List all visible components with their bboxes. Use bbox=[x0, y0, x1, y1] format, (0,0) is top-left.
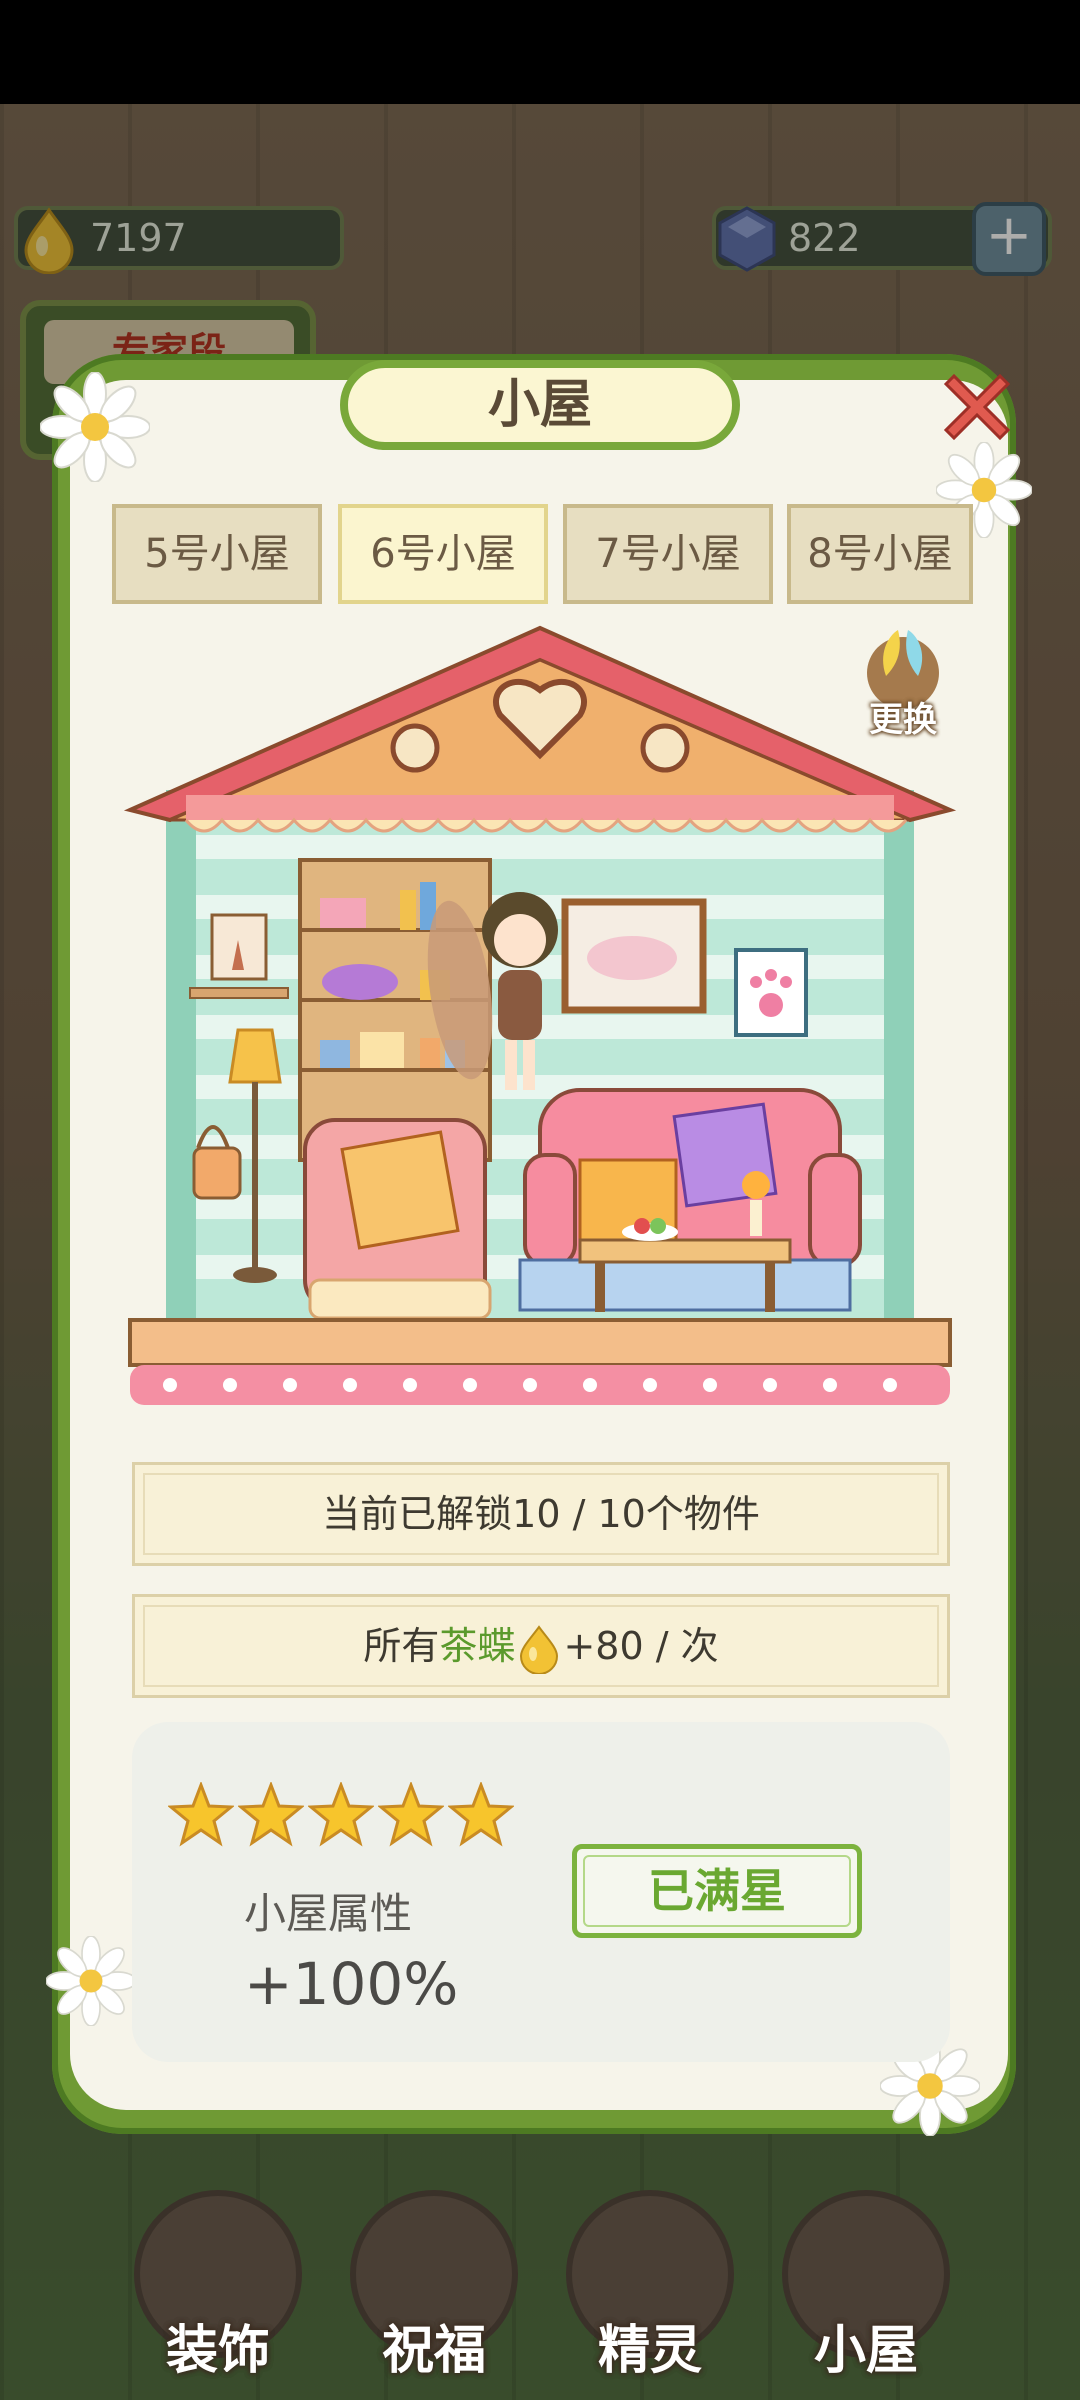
cottage-attribute-value: +100% bbox=[244, 1950, 459, 2018]
nav-sprite[interactable]: 精灵 bbox=[566, 2190, 734, 2381]
max-stars-button[interactable]: 已满星 bbox=[572, 1844, 862, 1938]
star-icon bbox=[238, 1782, 304, 1847]
tab-cottage-6[interactable]: 6号小屋 bbox=[338, 504, 548, 604]
star-icon bbox=[448, 1782, 514, 1847]
dialog-title: 小屋 bbox=[340, 360, 740, 450]
rating-card: 小屋属性 +100% 已满星 bbox=[132, 1722, 950, 2062]
unlock-status: 当前已解锁10 / 10个物件 bbox=[132, 1462, 950, 1566]
nav-sprite-label: 精灵 bbox=[597, 2321, 702, 2381]
unlock-status-text: 当前已解锁10 / 10个物件 bbox=[322, 1492, 760, 1536]
tab-cottage-7[interactable]: 7号小屋 bbox=[563, 504, 773, 604]
daisy-decoration-icon bbox=[40, 372, 150, 482]
bonus-target: 茶蝶 bbox=[439, 1624, 516, 1668]
bonus-amount: +80 / 次 bbox=[563, 1624, 719, 1668]
star-rating bbox=[168, 1782, 514, 1848]
close-icon[interactable] bbox=[932, 362, 1022, 452]
nav-cottage[interactable]: 小屋 bbox=[782, 2190, 950, 2381]
bonus-prefix: 所有 bbox=[363, 1624, 440, 1668]
tab-cottage-5[interactable]: 5号小屋 bbox=[112, 504, 322, 604]
star-icon bbox=[308, 1782, 374, 1847]
daisy-decoration-icon bbox=[46, 1936, 136, 2026]
change-cottage-button[interactable]: 更换 bbox=[848, 618, 958, 748]
bonus-info: 所有茶蝶 +80 / 次 bbox=[132, 1594, 950, 1698]
nav-decor[interactable]: 装饰 bbox=[134, 2190, 302, 2381]
star-icon bbox=[378, 1782, 444, 1847]
nav-cottage-label: 小屋 bbox=[813, 2321, 918, 2381]
tea-drop-icon bbox=[520, 1624, 559, 1674]
nav-blessing[interactable]: 祝福 bbox=[350, 2190, 518, 2381]
change-cottage-label: 更换 bbox=[869, 700, 937, 740]
star-icon bbox=[168, 1782, 234, 1847]
cottage-attribute-label: 小屋属性 bbox=[244, 1889, 413, 1938]
nav-decor-label: 装饰 bbox=[165, 2321, 270, 2381]
tab-cottage-8[interactable]: 8号小屋 bbox=[787, 504, 973, 604]
nav-blessing-label: 祝福 bbox=[381, 2321, 486, 2381]
status-bar bbox=[0, 0, 1080, 104]
cottage-illustration bbox=[123, 625, 957, 1405]
